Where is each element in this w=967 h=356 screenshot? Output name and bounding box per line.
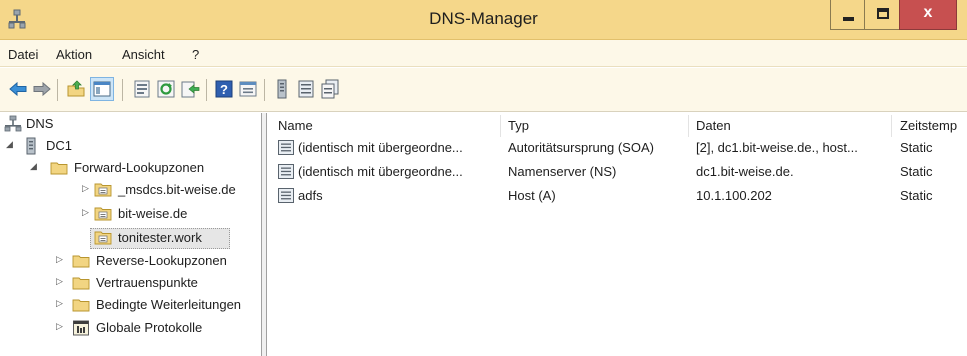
minimize-button[interactable]: [830, 0, 865, 30]
zone-icon: [94, 231, 112, 245]
tree-label-zone-tonitester: tonitester.work: [118, 230, 202, 245]
tree-label-dns: DNS: [26, 116, 54, 131]
server-icon: [26, 137, 36, 155]
collapsed-arrow-icon[interactable]: ▷: [56, 298, 66, 309]
table-row[interactable]: (identisch mit übergeordne... Namenserve…: [268, 161, 967, 183]
column-header-data[interactable]: Daten: [696, 118, 731, 133]
up-folder-icon[interactable]: [66, 79, 86, 99]
window-title: DNS-Manager: [429, 9, 538, 28]
collapsed-arrow-icon[interactable]: ▷: [82, 183, 92, 194]
copy-record-icon[interactable]: [320, 79, 340, 99]
close-button[interactable]: x: [899, 0, 957, 30]
cell-timestamp: Static: [900, 188, 933, 203]
tree-node-forward-zones[interactable]: ◢ Forward-Lookupzonen: [0, 158, 260, 180]
column-header-name[interactable]: Name: [278, 118, 313, 133]
column-divider[interactable]: [688, 115, 689, 137]
folder-icon: [72, 255, 90, 268]
help-icon[interactable]: ?: [214, 79, 234, 99]
toolbar-separator: [57, 79, 58, 101]
toolbar-separator: [122, 79, 123, 101]
table-row[interactable]: adfs Host (A) 10.1.100.202 Static: [268, 185, 967, 207]
details-view-icon[interactable]: [238, 79, 258, 99]
refresh-icon[interactable]: [156, 79, 176, 99]
column-header-type[interactable]: Typ: [508, 118, 529, 133]
tree-label-zone-bit-weise: bit-weise.de: [118, 206, 188, 221]
cell-data: 10.1.100.202: [696, 188, 772, 203]
cell-type: Namenserver (NS): [508, 164, 617, 179]
cell-data: dc1.bit-weise.de.: [696, 164, 794, 179]
close-icon: x: [923, 4, 933, 21]
collapsed-arrow-icon[interactable]: ▷: [56, 254, 66, 265]
record-icon[interactable]: [296, 79, 316, 99]
cell-data: [2], dc1.bit-weise.de., host...: [696, 140, 858, 155]
dns-root-icon: [4, 115, 22, 132]
event-log-icon: [73, 320, 89, 336]
tree-label-forward-zones: Forward-Lookupzonen: [74, 160, 205, 175]
cell-type: Autoritätsursprung (SOA): [508, 140, 654, 155]
folder-icon: [72, 299, 90, 312]
pane-splitter[interactable]: [262, 113, 267, 356]
folder-icon: [72, 277, 90, 290]
collapsed-arrow-icon[interactable]: ▷: [56, 276, 66, 287]
cell-timestamp: Static: [900, 140, 933, 155]
toolbar-separator: [206, 79, 207, 101]
cell-name: (identisch mit übergeordne...: [298, 164, 463, 179]
tree-label-dc1: DC1: [46, 138, 73, 153]
menu-aktion[interactable]: Aktion: [56, 47, 92, 62]
maximize-button[interactable]: [864, 0, 900, 30]
cell-type: Host (A): [508, 188, 556, 203]
column-divider[interactable]: [500, 115, 501, 137]
zone-icon: [94, 207, 112, 221]
toolbar: ?: [0, 68, 967, 112]
record-icon: [278, 164, 294, 179]
tree-node-dns[interactable]: DNS: [0, 114, 260, 136]
tree-node-zone-bit-weise[interactable]: ▷ bit-weise.de: [0, 204, 260, 226]
back-arrow-icon[interactable]: [8, 79, 28, 99]
tree-label-trust-points: Vertrauenspunkte: [96, 275, 198, 290]
minimize-icon: [843, 17, 854, 21]
svg-text:?: ?: [220, 82, 228, 97]
properties-icon[interactable]: [132, 79, 152, 99]
column-header-timestamp[interactable]: Zeitstemp: [900, 118, 957, 133]
tree-label-conditional-forwarders: Bedingte Weiterleitungen: [96, 297, 242, 312]
title-bar[interactable]: DNS-Manager x: [0, 0, 967, 40]
show-tree-icon[interactable]: [90, 77, 114, 101]
cell-name: (identisch mit übergeordne...: [298, 140, 463, 155]
cell-name: adfs: [298, 188, 323, 203]
tree-label-reverse-zones: Reverse-Lookupzonen: [96, 253, 227, 268]
tree-node-zone-msdcs[interactable]: ▷ _msdcs.bit-weise.de: [0, 180, 260, 202]
tree-node-zone-tonitester[interactable]: tonitester.work: [0, 228, 260, 250]
zone-icon: [94, 183, 112, 197]
tree-label-global-logs: Globale Protokolle: [96, 320, 203, 335]
tree-node-global-logs[interactable]: ▷ Globale Protokolle: [0, 318, 260, 340]
console-tree: DNS ◢ DC1 ◢ Forward-Lookupzonen ▷ _msdcs…: [0, 113, 262, 356]
maximize-icon: [877, 8, 889, 19]
menu-datei[interactable]: Datei: [8, 47, 38, 62]
collapsed-arrow-icon[interactable]: ▷: [82, 207, 92, 218]
folder-icon: [50, 162, 68, 175]
table-row[interactable]: (identisch mit übergeordne... Autoritäts…: [268, 137, 967, 159]
tree-label-zone-msdcs: _msdcs.bit-weise.de: [118, 182, 236, 197]
toolbar-separator: [264, 79, 265, 101]
tree-node-trust-points[interactable]: ▷ Vertrauenspunkte: [0, 273, 260, 295]
expanded-arrow-icon[interactable]: ◢: [30, 161, 40, 172]
cell-timestamp: Static: [900, 164, 933, 179]
tree-node-reverse-zones[interactable]: ▷ Reverse-Lookupzonen: [0, 251, 260, 273]
menu-help[interactable]: ?: [192, 47, 199, 62]
expanded-arrow-icon[interactable]: ◢: [6, 139, 16, 150]
collapsed-arrow-icon[interactable]: ▷: [56, 321, 66, 332]
tree-node-dc1[interactable]: ◢ DC1: [0, 136, 260, 158]
export-list-icon[interactable]: [180, 79, 200, 99]
column-divider[interactable]: [891, 115, 892, 137]
forward-arrow-icon[interactable]: [32, 79, 52, 99]
menu-ansicht[interactable]: Ansicht: [122, 47, 165, 62]
server-icon[interactable]: [272, 79, 292, 99]
record-icon: [278, 140, 294, 155]
record-icon: [278, 188, 294, 203]
menu-bar: Datei Aktion Ansicht ?: [0, 40, 967, 67]
tree-node-conditional-forwarders[interactable]: ▷ Bedingte Weiterleitungen: [0, 295, 262, 317]
records-list: Name Typ Daten Zeitstemp (identisch mit …: [268, 113, 967, 356]
